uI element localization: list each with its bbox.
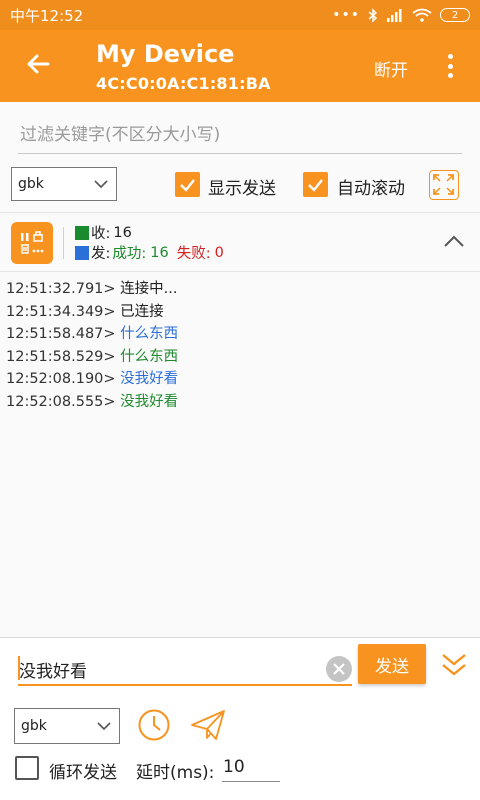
auto-scroll-checkbox[interactable] xyxy=(303,172,328,197)
auto-scroll-label: 自动滚动 xyxy=(337,179,405,199)
loop-send-checkbox[interactable] xyxy=(15,756,39,780)
log-list[interactable]: 12:51:32.791> 连接中... 12:51:34.349> 已连接 1… xyxy=(0,273,480,637)
filter-input[interactable]: 过滤关键字(不区分大小写) xyxy=(18,114,462,154)
fullscreen-icon xyxy=(433,174,454,195)
status-bar: 中午12:52 ••• 2 xyxy=(0,0,480,30)
log-entry: 12:52:08.555> 没我好看 xyxy=(6,394,179,410)
check-icon xyxy=(180,179,195,192)
signal-icon xyxy=(387,9,402,22)
receive-stats: 收: 16 xyxy=(75,222,132,243)
show-send-label: 显示发送 xyxy=(208,179,276,199)
receive-encoding-select[interactable]: gbk xyxy=(11,167,117,201)
stats-bar: 收: 16 发: 成功: 16 失败: 0 xyxy=(0,212,480,272)
loop-send-label: 循环发送 xyxy=(49,763,117,783)
back-arrow-icon[interactable] xyxy=(22,48,54,80)
chevron-up-icon[interactable] xyxy=(442,233,466,249)
pause-clear-icon xyxy=(21,231,44,254)
text-cursor xyxy=(18,656,20,680)
app-bar: My Device 4C:C0:0A:C1:81:BA 断开 xyxy=(0,30,480,102)
send-label: 发: xyxy=(91,246,111,262)
battery-icon: 2 xyxy=(440,8,470,22)
delay-input[interactable]: 10 xyxy=(222,756,280,782)
show-send-checkbox[interactable] xyxy=(175,172,200,197)
double-chevron-down-icon[interactable] xyxy=(440,652,468,678)
receive-label: 收: xyxy=(91,226,111,242)
chevron-down-icon xyxy=(94,180,108,189)
fail-label: 失败: xyxy=(176,246,211,262)
send-input[interactable]: 没我好看 xyxy=(18,650,352,686)
chevron-down-icon xyxy=(97,722,111,731)
receive-count: 16 xyxy=(113,224,132,241)
log-entry: 12:51:32.791> 连接中... xyxy=(6,281,178,297)
more-menu-icon[interactable] xyxy=(440,52,460,80)
clock-icon[interactable] xyxy=(137,708,171,742)
send-button[interactable]: 发送 xyxy=(358,644,426,684)
receive-color-square xyxy=(75,225,89,240)
receive-encoding-value: gbk xyxy=(18,176,44,192)
fullscreen-button[interactable] xyxy=(429,170,459,200)
send-encoding-value: gbk xyxy=(21,718,47,734)
paper-plane-icon[interactable] xyxy=(189,708,227,742)
clear-icon xyxy=(333,663,345,675)
battery-level: 2 xyxy=(451,9,459,21)
status-time: 中午12:52 xyxy=(10,6,84,25)
divider xyxy=(63,227,64,259)
disconnect-button[interactable]: 断开 xyxy=(374,56,408,81)
clear-input-button[interactable] xyxy=(326,656,352,682)
bluetooth-icon xyxy=(368,7,378,23)
more-notifications-icon: ••• xyxy=(332,7,360,23)
delay-label: 延时(ms): xyxy=(136,763,215,783)
log-entry: 12:51:34.349> 已连接 xyxy=(6,304,164,320)
check-icon xyxy=(308,179,323,192)
send-color-square xyxy=(75,245,89,260)
status-icons: ••• 2 xyxy=(332,7,470,23)
send-stats: 发: 成功: 16 失败: 0 xyxy=(75,242,224,263)
log-entry: 12:51:58.529> 什么东西 xyxy=(6,349,179,365)
device-name: My Device xyxy=(96,40,235,68)
wifi-icon xyxy=(412,8,432,22)
send-encoding-select[interactable]: gbk xyxy=(14,708,120,744)
log-entry: 12:52:08.190> 没我好看 xyxy=(6,371,179,387)
success-count: 16 xyxy=(150,244,169,261)
log-entry: 12:51:58.487> 什么东西 xyxy=(6,326,179,342)
success-label: 成功: xyxy=(112,246,147,262)
fail-count: 0 xyxy=(214,244,224,261)
pause-clear-button[interactable] xyxy=(11,222,53,264)
device-address: 4C:C0:0A:C1:81:BA xyxy=(96,74,271,93)
